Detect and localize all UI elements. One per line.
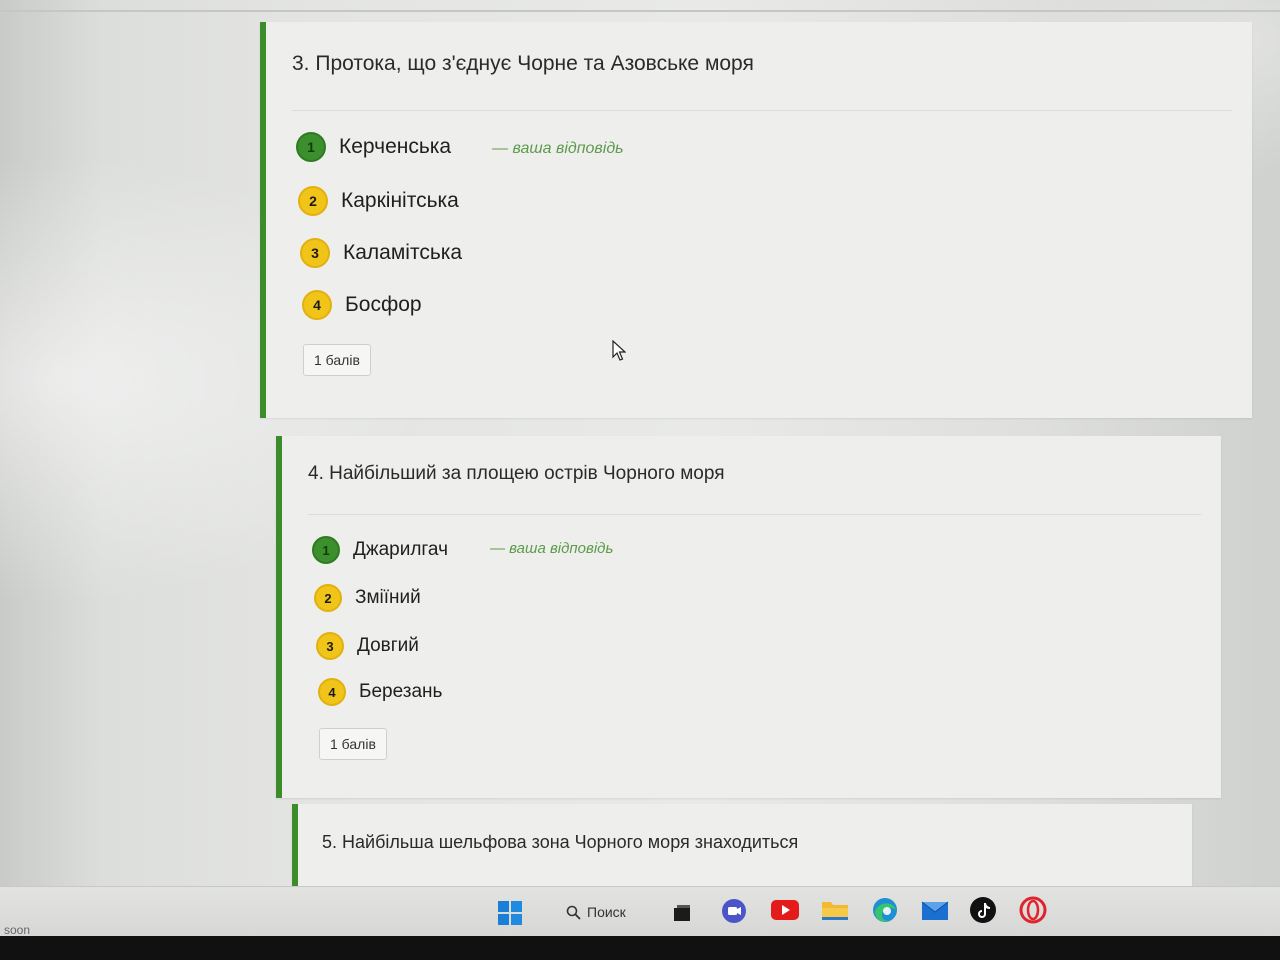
option-label: Каркінітська	[341, 189, 459, 212]
question-card-4: 4. Найбільший за площею острів Чорного м…	[276, 436, 1221, 798]
search-icon	[566, 905, 581, 920]
question-card-5: 5. Найбільша шельфова зона Чорного моря …	[292, 804, 1192, 890]
question-divider	[292, 110, 1232, 111]
answer-option-1[interactable]: 1 Керченська	[296, 132, 451, 162]
chat-icon[interactable]	[720, 897, 748, 925]
task-view-icon[interactable]	[670, 901, 694, 925]
your-answer-note: — ваша відповідь	[492, 140, 624, 157]
question-title: 5. Найбільша шельфова зона Чорного моря …	[322, 832, 799, 852]
question-title: 4. Найбільший за площею острів Чорного м…	[308, 463, 725, 484]
points-badge: 1 балів	[303, 344, 371, 376]
answer-option-1[interactable]: 1 Джарилгач	[312, 536, 448, 564]
file-explorer-icon[interactable]	[820, 897, 850, 923]
answer-option-3[interactable]: 3 Каламітська	[300, 238, 462, 268]
mail-icon[interactable]	[920, 897, 950, 923]
points-badge: 1 балів	[319, 728, 387, 760]
taskbar: soon Поиск	[0, 886, 1280, 937]
option-number-badge: 3	[300, 238, 330, 268]
taskbar-search-button[interactable]: Поиск	[566, 901, 626, 923]
screen-bezel	[0, 936, 1280, 960]
answer-option-2[interactable]: 2 Каркінітська	[298, 186, 459, 216]
question-card-3: 3. Протока, що з'єднує Чорне та Азовське…	[260, 22, 1252, 418]
answer-option-4[interactable]: 4 Босфор	[302, 290, 422, 320]
option-label: Керченська	[339, 135, 452, 158]
option-number-badge: 1	[296, 132, 326, 162]
question-divider	[308, 514, 1201, 515]
option-number-badge: 2	[314, 584, 342, 612]
answer-option-2[interactable]: 2 Зміїний	[314, 584, 421, 612]
opera-icon[interactable]	[1018, 895, 1048, 925]
option-number-badge: 3	[316, 632, 344, 660]
tiktok-icon[interactable]	[968, 895, 998, 925]
option-number-badge: 4	[302, 290, 332, 320]
windows-start-icon[interactable]	[496, 899, 524, 927]
option-label: Джарилгач	[353, 539, 448, 560]
question-title: 3. Протока, що з'єднує Чорне та Азовське…	[292, 52, 754, 75]
search-label: Поиск	[587, 904, 626, 920]
option-label: Зміїний	[355, 587, 421, 608]
option-label: Каламітська	[343, 241, 463, 264]
youtube-icon[interactable]	[770, 898, 800, 922]
option-label: Довгий	[357, 635, 419, 656]
answer-option-4[interactable]: 4 Березань	[318, 678, 442, 706]
taskbar-notice-text: soon	[4, 923, 31, 937]
option-label: Босфор	[345, 293, 422, 316]
option-number-badge: 2	[298, 186, 328, 216]
option-number-badge: 1	[312, 536, 340, 564]
your-answer-note: — ваша відповідь	[490, 540, 614, 557]
mouse-cursor-icon	[612, 340, 626, 361]
option-number-badge: 4	[318, 678, 346, 706]
edge-browser-icon[interactable]	[870, 895, 900, 925]
option-label: Березань	[359, 681, 443, 702]
answer-option-3[interactable]: 3 Довгий	[316, 632, 419, 660]
top-divider	[0, 10, 1280, 12]
